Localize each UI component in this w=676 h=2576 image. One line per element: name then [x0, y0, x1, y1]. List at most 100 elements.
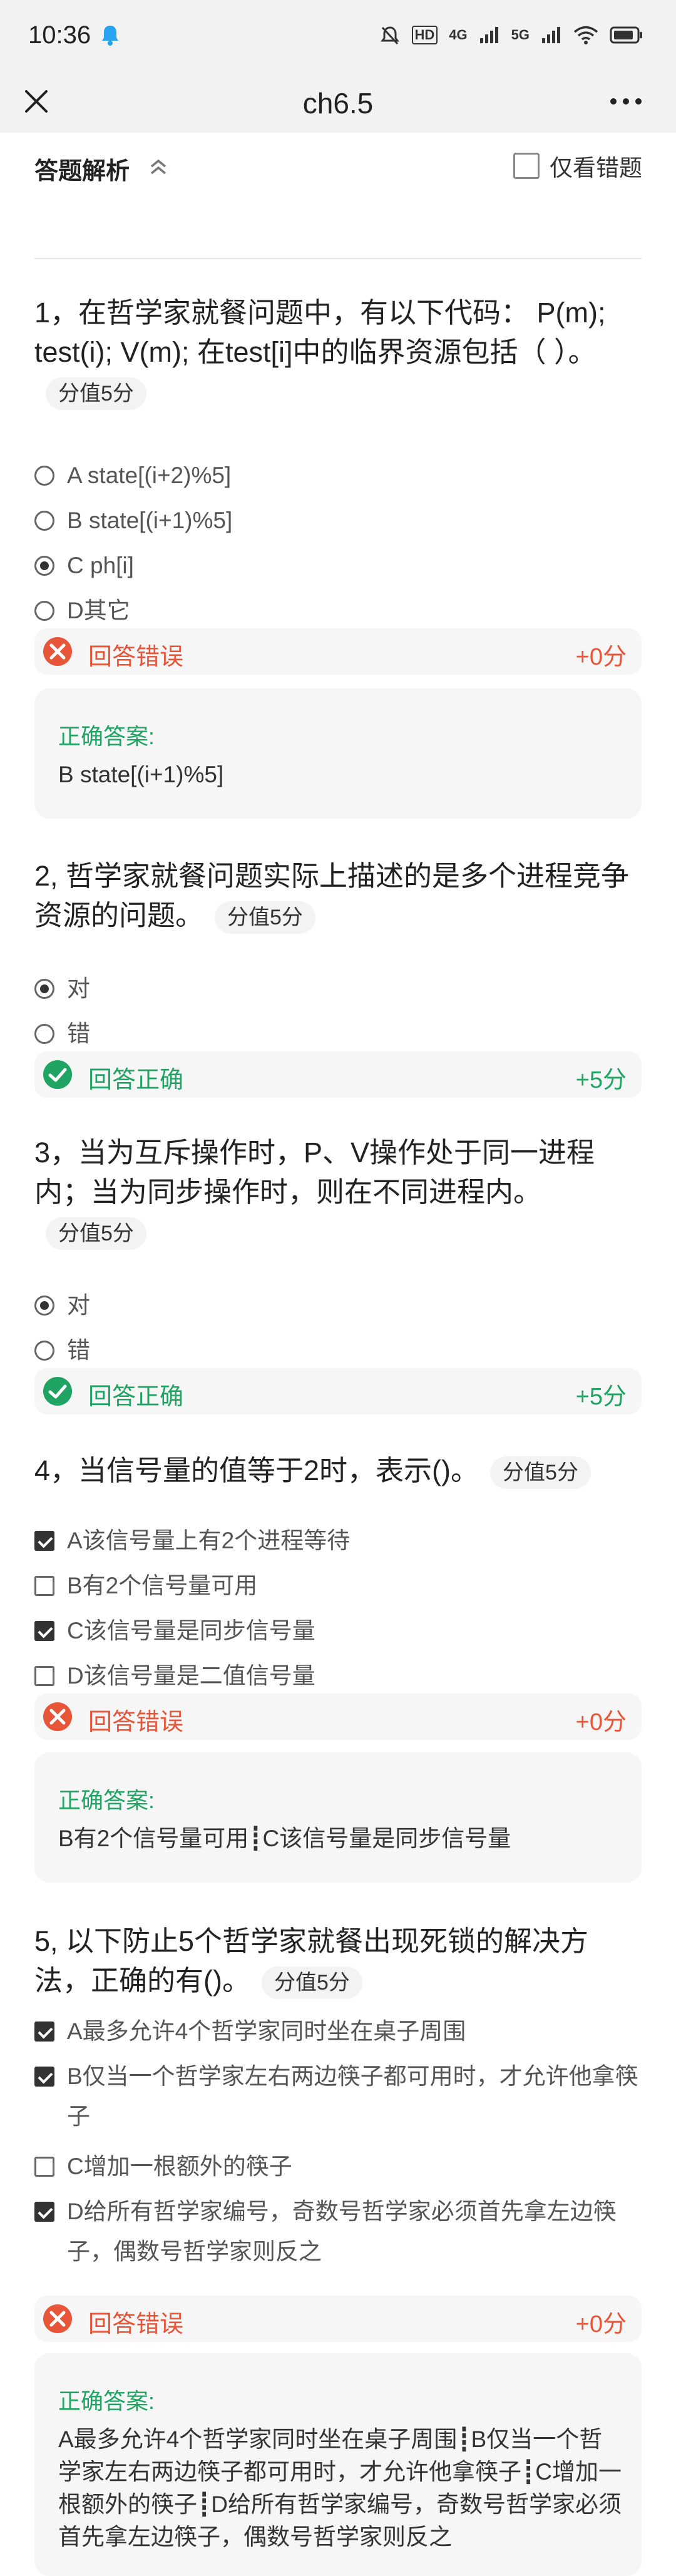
option-item[interactable]: B state[(i+1)%5]: [34, 501, 642, 541]
signal-bars-icon-2: [542, 27, 560, 43]
option-label: C ph[i]: [67, 553, 134, 578]
result-correct-banner: 回答正确 +5分: [34, 1051, 642, 1098]
option-label: D其它: [67, 598, 130, 623]
option-label: C该信号量是同步信号量: [67, 1618, 315, 1643]
result-label: 回答正确: [88, 1067, 184, 1093]
option-item[interactable]: A最多允许4个哲学家同时坐在桌子周围: [34, 2011, 642, 2052]
option-label: A最多允许4个哲学家同时坐在桌子周围: [67, 2018, 466, 2044]
battery-icon: [610, 26, 642, 44]
result-wrong-banner: 回答错误 +0分: [34, 1694, 642, 1740]
result-label: 回答错误: [88, 644, 184, 670]
question-text: 5, 以下防止5个哲学家就餐出现死锁的解决方法，正确的有()。 分值5分: [34, 1921, 642, 2000]
option-item[interactable]: 错: [34, 1014, 642, 1054]
wrong-only-checkbox[interactable]: [513, 153, 540, 179]
nav-bar: ch6.5: [0, 70, 676, 133]
analysis-title[interactable]: 答题解析: [34, 151, 130, 186]
option-label: B state[(i+1)%5]: [67, 508, 233, 533]
score-tag: 分值5分: [261, 1966, 362, 2000]
radio-button[interactable]: [34, 1341, 54, 1361]
result-score: +0分: [575, 644, 627, 670]
question-text-content: 3，当为互斥操作时，P、V操作处于同一进程内；当为同步操作时，则在不同进程内。: [34, 1137, 595, 1208]
option-label: D给所有哲学家编号，奇数号哲学家必须首先拿左边筷子，偶数号哲学家则反之: [67, 2199, 617, 2264]
option-item[interactable]: C增加一根额外的筷子: [34, 2147, 642, 2187]
option-item[interactable]: C该信号量是同步信号量: [34, 1611, 642, 1651]
option-item[interactable]: A state[(i+2)%5]: [34, 456, 642, 496]
option-label: A state[(i+2)%5]: [67, 463, 232, 488]
correct-answer-label: 正确答案:: [58, 723, 155, 749]
radio-button[interactable]: [34, 466, 54, 486]
correct-answer-box: 正确答案: B state[(i+1)%5]: [34, 688, 642, 819]
wrong-x-icon: [43, 637, 72, 666]
radio-button[interactable]: [34, 979, 54, 999]
option-label: D该信号量是二值信号量: [67, 1663, 315, 1689]
wrong-only-toggle[interactable]: 仅看错题: [513, 149, 642, 183]
radio-button[interactable]: [34, 511, 54, 531]
option-label: C增加一根额外的筷子: [67, 2154, 292, 2179]
status-bar: 10:36 HD 4G 5G: [0, 0, 676, 70]
correct-answer-text: B state[(i+1)%5]: [58, 762, 224, 787]
wifi-icon: [573, 26, 598, 44]
mute-icon: [380, 26, 399, 45]
option-item[interactable]: B有2个信号量可用: [34, 1566, 642, 1606]
question-text: 3，当为互斥操作时，P、V操作处于同一进程内；当为同步操作时，则在不同进程内。分…: [34, 1133, 642, 1251]
option-item[interactable]: A该信号量上有2个进程等待: [34, 1521, 642, 1561]
result-label: 回答错误: [88, 2311, 184, 2338]
score-tag: 分值5分: [46, 377, 146, 411]
question-text-content: 4，当信号量的值等于2时，表示()。: [34, 1454, 479, 1486]
wrong-x-icon: [43, 1702, 72, 1731]
status-icons: HD 4G 5G: [379, 23, 644, 48]
score-tag: 分值5分: [215, 901, 315, 934]
correct-answer-text: B有2个信号量可用┋C该信号量是同步信号量: [58, 1826, 511, 1851]
notification-bell-icon: [102, 26, 118, 46]
option-item[interactable]: D该信号量是二值信号量: [34, 1656, 642, 1696]
result-score: +5分: [575, 1384, 627, 1410]
option-label: 错: [67, 1337, 90, 1363]
correct-answer-label: 正确答案:: [58, 1787, 155, 1813]
checkbox[interactable]: [34, 2157, 54, 2177]
checkbox[interactable]: [34, 1666, 54, 1686]
question-text: 2, 哲学家就餐问题实际上描述的是多个进程竞争资源的问题。 分值5分: [34, 856, 642, 935]
result-label: 回答正确: [88, 1384, 184, 1410]
4g-signal-icon: 4G: [449, 27, 468, 43]
correct-answer-box: 正确答案: B有2个信号量可用┋C该信号量是同步信号量: [34, 1752, 642, 1883]
option-item[interactable]: 错: [34, 1331, 642, 1371]
option-item[interactable]: 对: [34, 969, 642, 1009]
result-label: 回答错误: [88, 1709, 184, 1735]
option-label: 错: [67, 1021, 90, 1046]
radio-button[interactable]: [34, 556, 54, 576]
radio-button[interactable]: [34, 601, 54, 621]
page-title: ch6.5: [302, 87, 374, 120]
question-text-content: 2, 哲学家就餐问题实际上描述的是多个进程竞争资源的问题。: [34, 860, 630, 931]
result-wrong-banner: 回答错误 +0分: [34, 2296, 642, 2342]
checkbox[interactable]: [34, 1576, 54, 1596]
checkbox[interactable]: [34, 2021, 54, 2042]
radio-button[interactable]: [34, 1296, 54, 1316]
option-item[interactable]: D其它: [34, 591, 642, 631]
option-label: A该信号量上有2个进程等待: [67, 1528, 351, 1553]
checkbox[interactable]: [34, 1621, 54, 1641]
option-label: 对: [67, 976, 90, 1001]
option-label: B仅当一个哲学家左右两边筷子都可用时，才允许他拿筷子: [67, 2063, 638, 2129]
correct-check-icon: [43, 1060, 72, 1089]
checkbox[interactable]: [34, 2067, 54, 2087]
result-correct-banner: 回答正确 +5分: [34, 1368, 642, 1414]
collapse-arrow-icon[interactable]: [149, 159, 168, 175]
analysis-header: 答题解析 仅看错题: [0, 133, 676, 190]
checkbox[interactable]: [34, 2202, 54, 2222]
question-text: 4，当信号量的值等于2时，表示()。 分值5分: [34, 1451, 642, 1490]
option-item[interactable]: B仅当一个哲学家左右两边筷子都可用时，才允许他拿筷子: [34, 2057, 642, 2137]
option-item[interactable]: 对: [34, 1285, 642, 1326]
score-tag: 分值5分: [490, 1456, 591, 1490]
checkbox[interactable]: [34, 1531, 54, 1551]
wrong-only-label: 仅看错题: [550, 155, 642, 181]
option-item[interactable]: D给所有哲学家编号，奇数号哲学家必须首先拿左边筷子，偶数号哲学家则反之: [34, 2192, 642, 2272]
more-options-icon[interactable]: [607, 89, 645, 114]
status-time: 10:36: [28, 21, 91, 49]
radio-button[interactable]: [34, 1024, 54, 1044]
result-wrong-banner: 回答错误 +0分: [34, 628, 642, 675]
option-item[interactable]: C ph[i]: [34, 546, 642, 586]
correct-answer-label: 正确答案:: [58, 2388, 155, 2414]
signal-bars-icon: [479, 27, 498, 43]
hd-icon: HD: [411, 26, 438, 44]
option-label: B有2个信号量可用: [67, 1573, 258, 1598]
